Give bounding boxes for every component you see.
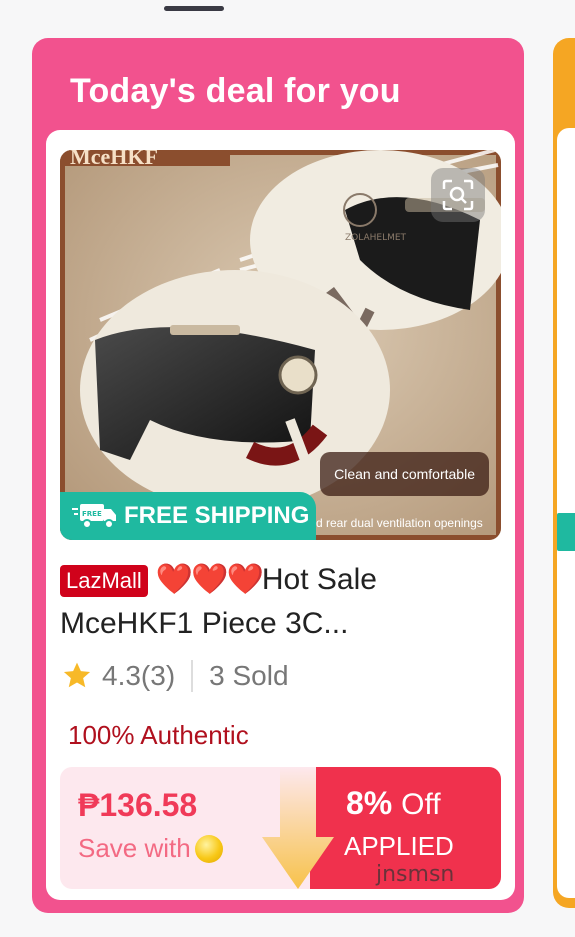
product-panel[interactable]: ZOLAHELMET MceHKF Clean and comfortable … xyxy=(46,130,515,900)
scan-icon xyxy=(442,179,474,211)
authentic-label: 100% Authentic xyxy=(68,720,249,750)
save-with-label: Save with xyxy=(78,833,191,863)
image-brand-text: MceHKF xyxy=(70,150,158,169)
image-caption: Clean and comfortable xyxy=(320,452,489,496)
product-name-line1: Hot Sale xyxy=(261,563,377,596)
drag-handle[interactable] xyxy=(164,6,224,11)
product-name-line2: MceHKF1 Piece 3C... xyxy=(60,607,349,640)
truck-icon: FREE xyxy=(72,504,116,529)
product-title[interactable]: LazMall ❤️❤️❤️Hot Sale MceHKF1 Piece 3C..… xyxy=(60,558,500,646)
deal-title: Today's deal for you xyxy=(70,72,401,110)
image-caption-secondary: d rear dual ventilation openings xyxy=(316,516,483,530)
price-amount: ₱136.58 xyxy=(78,787,198,823)
promo-percent-value: 8% xyxy=(346,785,393,821)
arrow-down-icon xyxy=(262,767,334,889)
deal-card[interactable]: Today's deal for you ZOLAHELMET MceHKF C… xyxy=(32,38,524,913)
product-image[interactable]: ZOLAHELMET MceHKF Clean and comfortable … xyxy=(60,150,501,540)
lazmall-badge: LazMall xyxy=(60,565,148,598)
rating-value: 4.3(3) xyxy=(102,660,176,691)
rating-row: 4.3(3) 3 Sold xyxy=(60,660,289,692)
rating-divider xyxy=(191,660,194,692)
save-with-row: Save with xyxy=(78,833,223,864)
watermark: jnsmsn xyxy=(376,862,455,887)
visual-search-button[interactable] xyxy=(431,168,485,222)
promo-off-label: Off xyxy=(401,788,441,821)
star-icon xyxy=(63,662,91,688)
promo-applied-label: APPLIED xyxy=(344,831,454,861)
free-shipping-label: FREE SHIPPING xyxy=(124,502,310,529)
next-deal-shipping-tag xyxy=(557,513,575,551)
free-tag-text: FREE xyxy=(82,510,102,518)
free-shipping-badge: FREE FREE SHIPPING xyxy=(60,492,316,540)
coin-icon xyxy=(194,834,223,863)
sold-count: 3 Sold xyxy=(209,660,289,691)
hearts-emoji: ❤️❤️❤️ xyxy=(155,563,264,596)
promo-percent: 8% Off xyxy=(346,785,441,822)
next-deal-card-peek[interactable] xyxy=(553,38,575,908)
svg-text:ZOLAHELMET: ZOLAHELMET xyxy=(345,233,407,243)
